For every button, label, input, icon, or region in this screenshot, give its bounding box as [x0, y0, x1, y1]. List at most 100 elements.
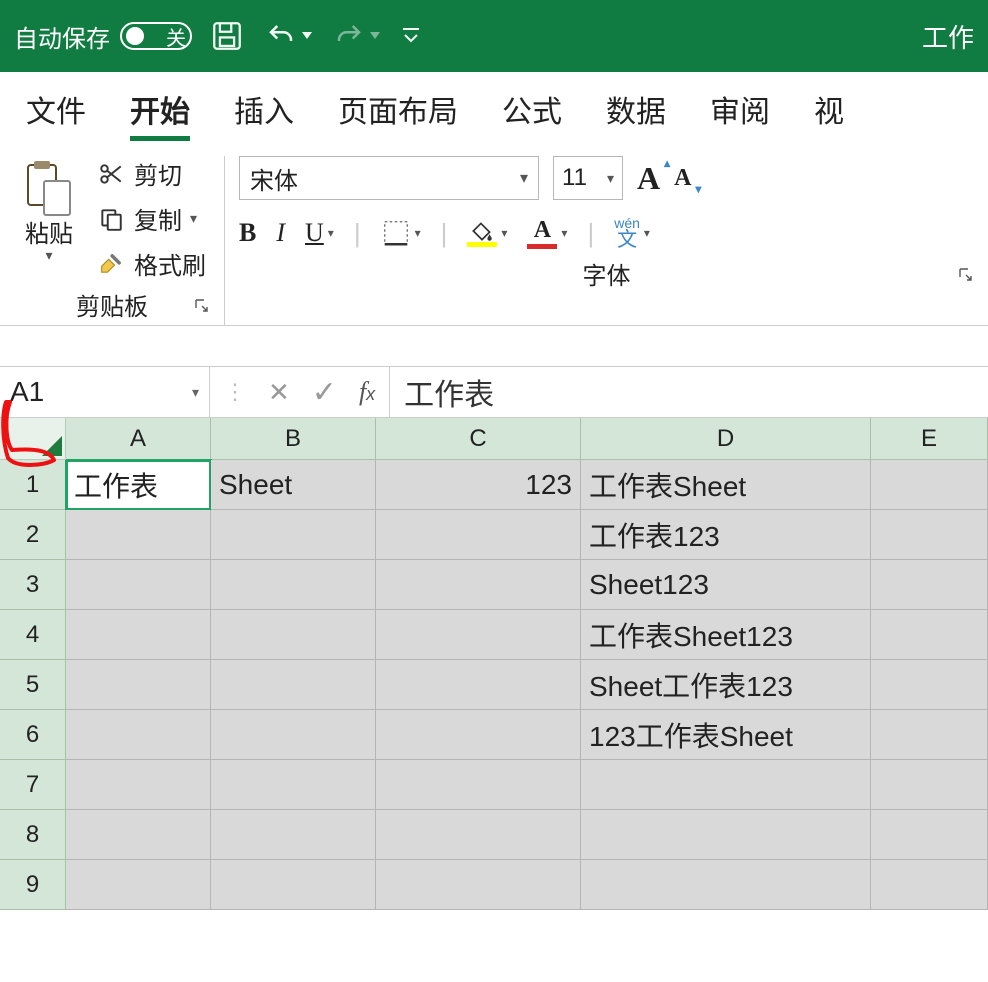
dialog-launcher-icon[interactable] — [194, 293, 210, 321]
cell[interactable] — [376, 810, 581, 860]
cell-reference: A1 — [10, 376, 44, 408]
format-painter-button[interactable]: 格式刷 — [92, 246, 210, 281]
dialog-launcher-icon[interactable] — [958, 262, 974, 290]
cell[interactable]: 123工作表Sheet — [581, 710, 871, 760]
column-header[interactable]: C — [376, 418, 581, 460]
row-header[interactable]: 4 — [0, 610, 66, 660]
cell[interactable] — [211, 660, 376, 710]
tab-review[interactable]: 审阅 — [710, 87, 770, 131]
customize-qat-icon[interactable] — [402, 26, 420, 46]
column-header[interactable]: D — [581, 418, 871, 460]
phonetic-guide-button[interactable]: wén 文 ▾ — [614, 216, 650, 250]
autosave-toggle[interactable]: 自动保存 关 — [14, 19, 192, 54]
cell[interactable] — [581, 810, 871, 860]
redo-button[interactable] — [334, 21, 380, 51]
column-header[interactable]: E — [871, 418, 988, 460]
row-header[interactable]: 9 — [0, 860, 66, 910]
increase-font-icon[interactable]: A▴ — [637, 160, 660, 197]
cell[interactable] — [66, 660, 211, 710]
cancel-icon[interactable]: ✕ — [268, 377, 290, 408]
underline-button[interactable]: U ▾ — [305, 218, 334, 248]
cell[interactable] — [376, 860, 581, 910]
name-box[interactable]: A1 ▾ — [0, 367, 210, 417]
cell[interactable] — [376, 710, 581, 760]
tab-data[interactable]: 数据 — [606, 87, 666, 131]
cell[interactable] — [211, 560, 376, 610]
cell[interactable] — [871, 560, 988, 610]
cell[interactable] — [871, 710, 988, 760]
cell[interactable] — [211, 710, 376, 760]
cell[interactable] — [376, 560, 581, 610]
row-header[interactable]: 2 — [0, 510, 66, 560]
row-header[interactable]: 3 — [0, 560, 66, 610]
tab-layout[interactable]: 页面布局 — [338, 87, 458, 131]
cell[interactable]: Sheet123 — [581, 560, 871, 610]
fx-icon[interactable]: fx — [359, 377, 375, 407]
tab-file[interactable]: 文件 — [26, 87, 86, 131]
bold-button[interactable]: B — [239, 218, 256, 248]
copy-button[interactable]: 复制 ▾ — [92, 201, 210, 236]
column-header[interactable]: A — [66, 418, 211, 460]
cell[interactable]: 123 — [376, 460, 581, 510]
tab-insert[interactable]: 插入 — [234, 87, 294, 131]
formula-input[interactable]: 工作表 — [390, 367, 988, 417]
paste-button[interactable]: 粘贴 ▾ — [14, 156, 84, 281]
cell[interactable] — [581, 760, 871, 810]
cell[interactable] — [376, 760, 581, 810]
cell[interactable] — [871, 510, 988, 560]
decrease-font-icon[interactable]: A▾ — [674, 165, 691, 192]
cell[interactable] — [871, 860, 988, 910]
cell[interactable]: Sheet工作表123 — [581, 660, 871, 710]
cell[interactable] — [66, 710, 211, 760]
cut-button[interactable]: 剪切 — [92, 156, 210, 191]
cell[interactable] — [66, 510, 211, 560]
cell[interactable] — [66, 760, 211, 810]
row-header[interactable]: 5 — [0, 660, 66, 710]
cell[interactable] — [871, 610, 988, 660]
cell[interactable] — [66, 610, 211, 660]
undo-button[interactable] — [266, 21, 312, 51]
fill-color-button[interactable]: ▾ — [467, 220, 507, 247]
cell[interactable] — [871, 660, 988, 710]
cell[interactable] — [211, 860, 376, 910]
cell[interactable] — [376, 660, 581, 710]
cell[interactable] — [376, 510, 581, 560]
confirm-icon[interactable]: ✓ — [312, 375, 337, 410]
tab-formula[interactable]: 公式 — [502, 87, 562, 131]
cell[interactable] — [66, 560, 211, 610]
cell[interactable] — [211, 510, 376, 560]
cell[interactable]: 工作表 — [66, 460, 211, 510]
select-all-corner[interactable] — [0, 418, 66, 460]
cell[interactable] — [871, 810, 988, 860]
row-header[interactable]: 1 — [0, 460, 66, 510]
cell[interactable] — [211, 610, 376, 660]
cell[interactable]: 工作表Sheet — [581, 460, 871, 510]
cell[interactable] — [376, 610, 581, 660]
cell[interactable] — [66, 860, 211, 910]
chevron-down-icon: ▾ — [520, 168, 528, 188]
borders-button[interactable]: ▾ — [381, 218, 421, 248]
font-color-button[interactable]: A ▾ — [527, 217, 567, 249]
cell[interactable] — [581, 860, 871, 910]
chevron-down-icon: ▾ — [415, 226, 421, 240]
cell[interactable]: Sheet — [211, 460, 376, 510]
cell[interactable] — [871, 460, 988, 510]
font-size-select[interactable]: 11 ▾ — [553, 156, 623, 200]
tab-view[interactable]: 视 — [814, 87, 844, 131]
row-header[interactable]: 7 — [0, 760, 66, 810]
cell[interactable] — [211, 760, 376, 810]
row-header[interactable]: 8 — [0, 810, 66, 860]
cell[interactable] — [66, 810, 211, 860]
cell[interactable]: 工作表123 — [581, 510, 871, 560]
title-bar: 自动保存 关 工作 — [0, 0, 988, 72]
save-icon[interactable] — [210, 19, 244, 53]
italic-button[interactable]: I — [276, 218, 285, 248]
font-name-select[interactable]: 宋体 ▾ — [239, 156, 539, 200]
cell[interactable] — [871, 760, 988, 810]
tab-home[interactable]: 开始 — [130, 87, 190, 131]
row-header[interactable]: 6 — [0, 710, 66, 760]
cell[interactable] — [211, 810, 376, 860]
cell[interactable]: 工作表Sheet123 — [581, 610, 871, 660]
column-header[interactable]: B — [211, 418, 376, 460]
expand-icon[interactable]: ⋮ — [224, 379, 246, 405]
